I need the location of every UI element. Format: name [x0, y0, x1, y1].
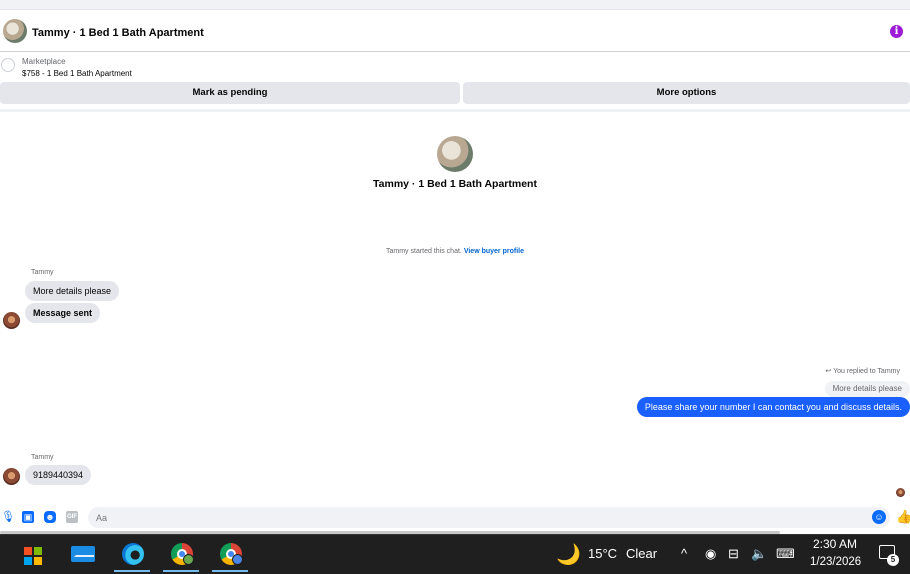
message-input[interactable]: [88, 507, 890, 528]
divider: [0, 109, 910, 112]
incoming-message[interactable]: More details please: [25, 281, 120, 301]
keyboard-icon[interactable]: ⌨: [776, 546, 795, 562]
top-strip: [0, 0, 910, 10]
seen-indicator-avatar: [896, 488, 905, 497]
weather-condition[interactable]: Clear: [626, 546, 657, 561]
emoji-icon[interactable]: ☺: [872, 510, 886, 524]
tammy-avatar[interactable]: [3, 468, 20, 485]
thumbs-up-icon[interactable]: 👍: [896, 509, 910, 525]
mark-as-pending-button[interactable]: Mark as pending: [0, 82, 460, 104]
view-buyer-profile-link[interactable]: View buyer profile: [464, 248, 524, 255]
taskbar-edge-app[interactable]: [114, 536, 150, 572]
chat-started-text: Tammy started this chat.: [386, 248, 462, 255]
reply-arrow-icon: ↩: [825, 368, 832, 375]
info-icon[interactable]: i: [890, 25, 903, 38]
incoming-message[interactable]: 9189440394: [25, 465, 92, 485]
profile-badge-icon: [232, 554, 243, 565]
clock-date[interactable]: 1/23/2026: [810, 556, 861, 568]
store-icon: [24, 544, 44, 565]
incoming-message[interactable]: Message sent: [25, 303, 101, 323]
microphone-icon[interactable]: 🎙: [1, 511, 15, 523]
weather-temperature[interactable]: 15°C: [588, 546, 617, 561]
photo-icon[interactable]: ▣: [22, 511, 34, 523]
chat-intro-title: Tammy · 1 Bed 1 Bath Apartment: [373, 178, 537, 190]
volume-icon[interactable]: 🔈: [751, 546, 767, 562]
taskbar-store-app[interactable]: [15, 536, 51, 572]
moon-icon[interactable]: 🌙: [556, 542, 581, 567]
listing-avatar[interactable]: [3, 19, 27, 43]
profile-badge-icon: [183, 554, 194, 565]
taskbar-mail-app[interactable]: [65, 536, 101, 572]
sender-name: Tammy: [31, 454, 54, 461]
chat-header: Tammy · 1 Bed 1 Bath Apartment i: [0, 10, 910, 52]
gif-icon[interactable]: GIF: [66, 511, 78, 523]
clock-time[interactable]: 2:30 AM: [813, 537, 857, 551]
notification-count-badge: 5: [887, 554, 899, 566]
chevron-up-icon[interactable]: ^: [681, 546, 687, 561]
chat-intro-avatar: [437, 136, 473, 172]
meet-now-icon[interactable]: ◉: [705, 546, 716, 562]
chat-title[interactable]: Tammy · 1 Bed 1 Bath Apartment: [32, 27, 204, 39]
sticker-icon[interactable]: ☻: [44, 511, 56, 523]
taskbar-chrome-app[interactable]: [212, 536, 248, 572]
replied-indicator: ↩ You replied to Tammy: [825, 367, 900, 375]
replied-to-text: You replied to Tammy: [833, 368, 900, 375]
marketplace-label: Marketplace: [22, 57, 66, 66]
more-options-button[interactable]: More options: [463, 82, 910, 104]
edge-icon: [122, 543, 144, 565]
mail-icon: [71, 546, 95, 562]
reply-quote[interactable]: More details please: [824, 381, 910, 397]
tammy-avatar[interactable]: [3, 312, 20, 329]
taskbar-chrome-app[interactable]: [163, 536, 199, 572]
sender-name: Tammy: [31, 269, 54, 276]
listing-summary[interactable]: $758 - 1 Bed 1 Bath Apartment: [22, 69, 132, 78]
outgoing-message[interactable]: Please share your number I can contact y…: [636, 397, 910, 417]
network-icon[interactable]: ⊟: [728, 546, 739, 562]
listing-thumbnail[interactable]: [1, 58, 15, 72]
chat-started-notice: Tammy started this chat. View buyer prof…: [0, 248, 910, 255]
